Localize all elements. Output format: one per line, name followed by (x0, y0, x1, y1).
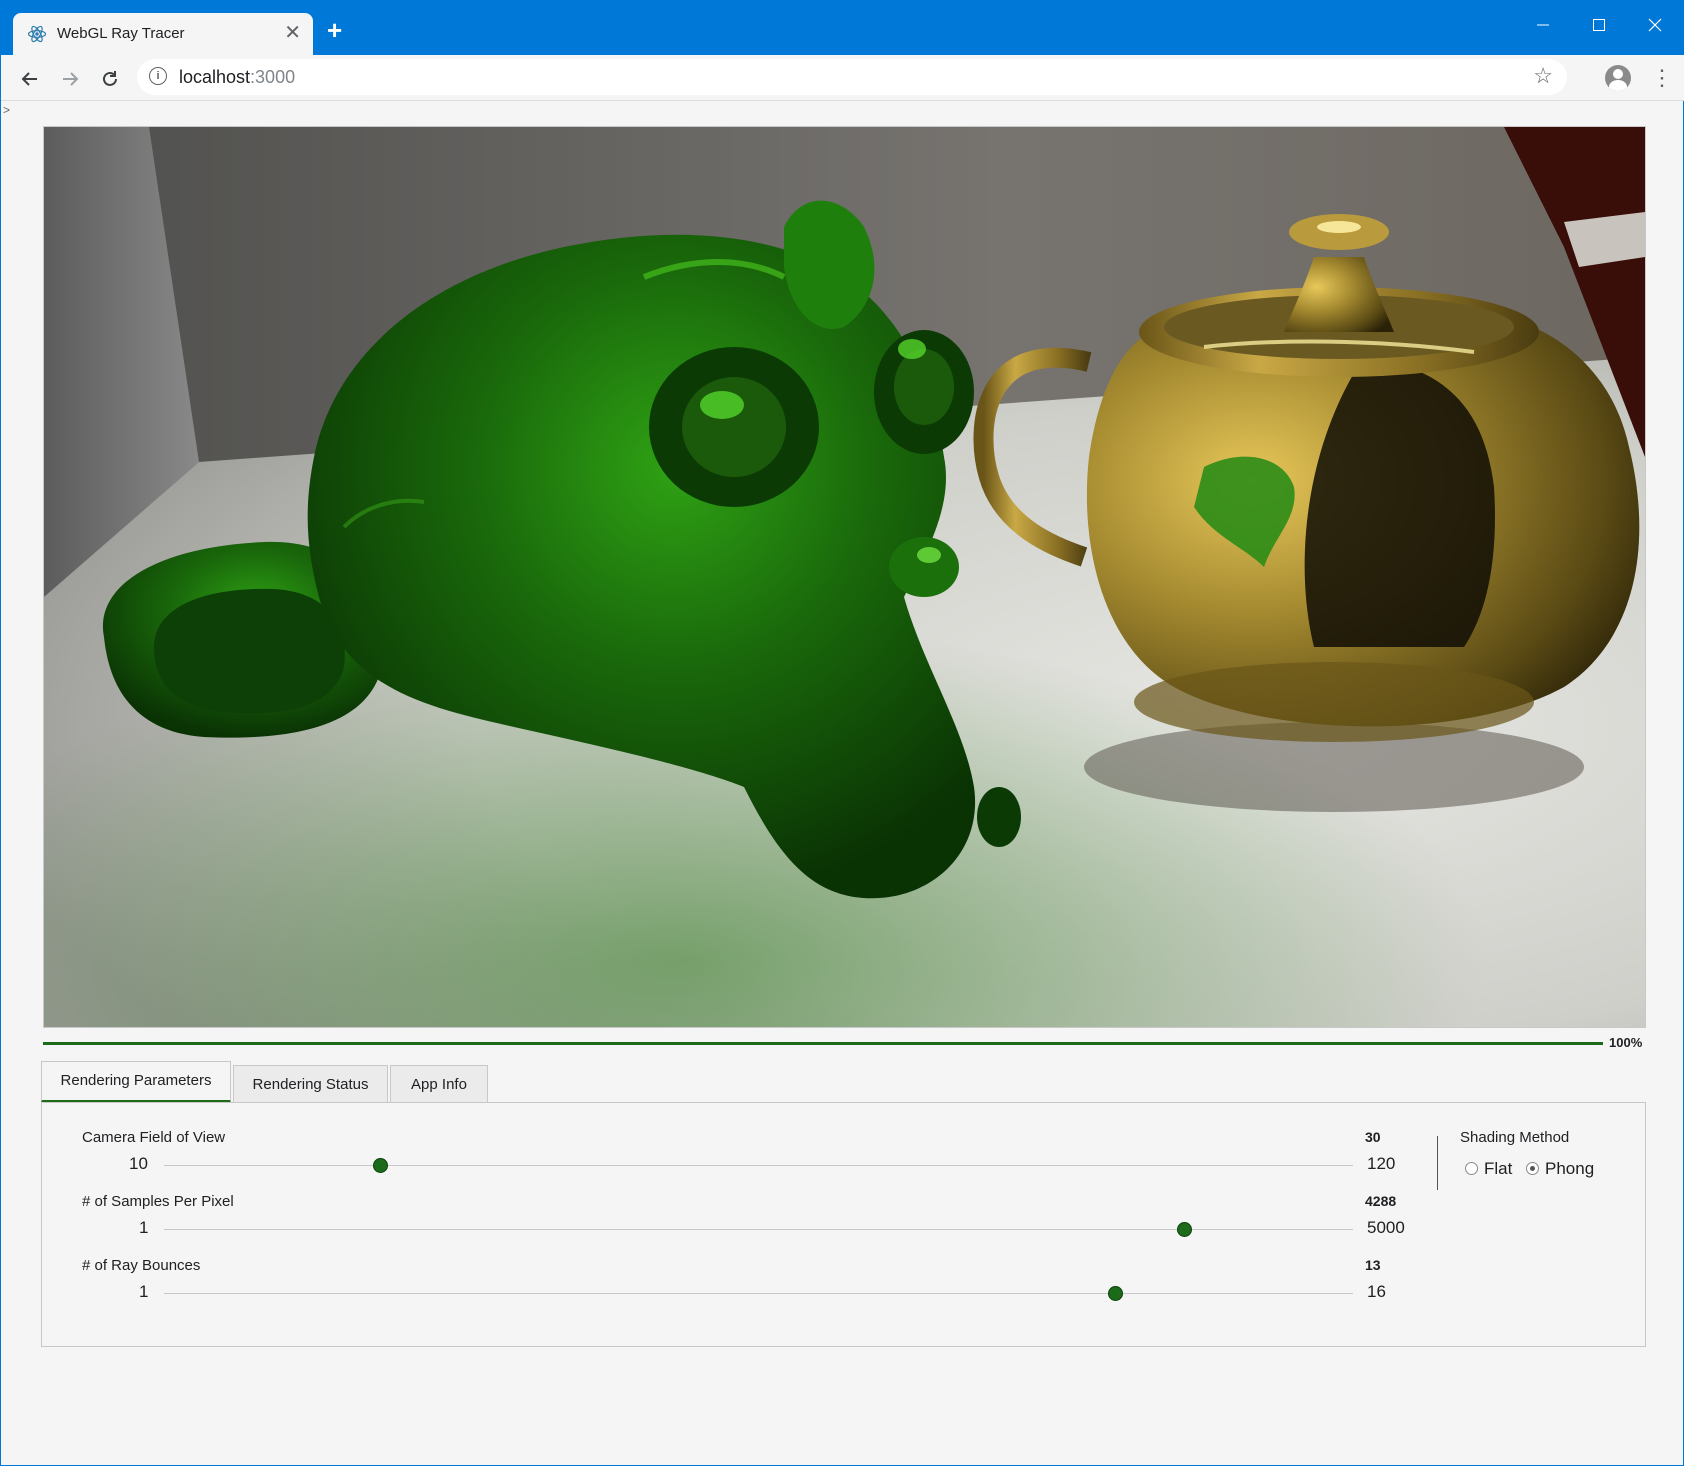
spp-label: # of Samples Per Pixel (82, 1193, 234, 1210)
spp-current-value: 4288 (1365, 1193, 1397, 1209)
fov-min-value: 10 (129, 1154, 148, 1173)
fov-current-value: 30 (1365, 1129, 1381, 1145)
spp-max-value: 5000 (1367, 1218, 1405, 1237)
reload-icon[interactable] (95, 63, 125, 93)
render-canvas[interactable] (43, 126, 1646, 1028)
close-window-icon[interactable] (1635, 9, 1675, 39)
browser-window: WebGL Ray Tracer ✕ + i localhost:3000 ☆ (0, 0, 1684, 1466)
tab-close-icon[interactable]: ✕ (284, 21, 301, 45)
render-scene (44, 127, 1645, 1027)
tab-rendering-status[interactable]: Rendering Status (233, 1065, 388, 1103)
url-text: localhost:3000 (179, 67, 296, 87)
tab-title: WebGL Ray Tracer (57, 25, 185, 42)
spp-min-value: 1 (139, 1218, 149, 1237)
menu-dots-icon[interactable]: ⋮ (1651, 63, 1673, 93)
spp-slider-track[interactable] (164, 1229, 1353, 1230)
new-tab-button[interactable]: + (327, 17, 342, 43)
browser-tab[interactable]: WebGL Ray Tracer ✕ (13, 13, 313, 55)
rendering-parameters-panel: Camera Field of View 30 10 120 # of Samp… (41, 1102, 1646, 1347)
title-bar: WebGL Ray Tracer ✕ + (1, 1, 1684, 55)
site-info-icon[interactable]: i (149, 67, 167, 85)
react-atom-icon (27, 25, 47, 43)
tab-app-info[interactable]: App Info (390, 1065, 488, 1103)
maximize-icon[interactable] (1579, 9, 1619, 39)
fov-slider-thumb[interactable] (373, 1158, 389, 1173)
progress-track (43, 1042, 1603, 1045)
bounces-max-value: 16 (1367, 1282, 1386, 1301)
fov-slider-track[interactable] (164, 1165, 1353, 1166)
panel-divider (1437, 1136, 1438, 1190)
minimize-icon[interactable] (1523, 9, 1563, 39)
profile-avatar-icon[interactable] (1605, 65, 1631, 91)
address-bar[interactable]: i localhost:3000 ☆ (137, 59, 1567, 95)
shading-method-title: Shading Method (1460, 1129, 1570, 1146)
progress-label: 100% (1609, 1035, 1643, 1050)
back-arrow-icon[interactable] (15, 63, 45, 93)
shading-option-phong[interactable]: Phong (1526, 1159, 1594, 1179)
fov-label: Camera Field of View (82, 1129, 226, 1146)
browser-toolbar: i localhost:3000 ☆ ⋮ (1, 55, 1684, 101)
progress-fill (43, 1042, 1603, 1045)
spp-slider-thumb[interactable] (1176, 1222, 1192, 1237)
bounces-min-value: 1 (139, 1282, 149, 1301)
phong-radio[interactable] (1526, 1162, 1539, 1175)
bounces-current-value: 13 (1365, 1257, 1381, 1273)
fov-max-value: 120 (1367, 1154, 1396, 1173)
bounces-slider-track[interactable] (164, 1293, 1353, 1294)
bounces-slider-thumb[interactable] (1108, 1286, 1124, 1301)
shading-option-flat[interactable]: Flat (1465, 1159, 1512, 1179)
bounces-label: # of Ray Bounces (82, 1257, 201, 1274)
tab-rendering-parameters[interactable]: Rendering Parameters (41, 1061, 231, 1103)
forward-arrow-icon[interactable] (55, 63, 85, 93)
bookmark-star-icon[interactable]: ☆ (1533, 63, 1553, 89)
flat-radio[interactable] (1465, 1162, 1478, 1175)
stray-text: > (3, 103, 11, 117)
